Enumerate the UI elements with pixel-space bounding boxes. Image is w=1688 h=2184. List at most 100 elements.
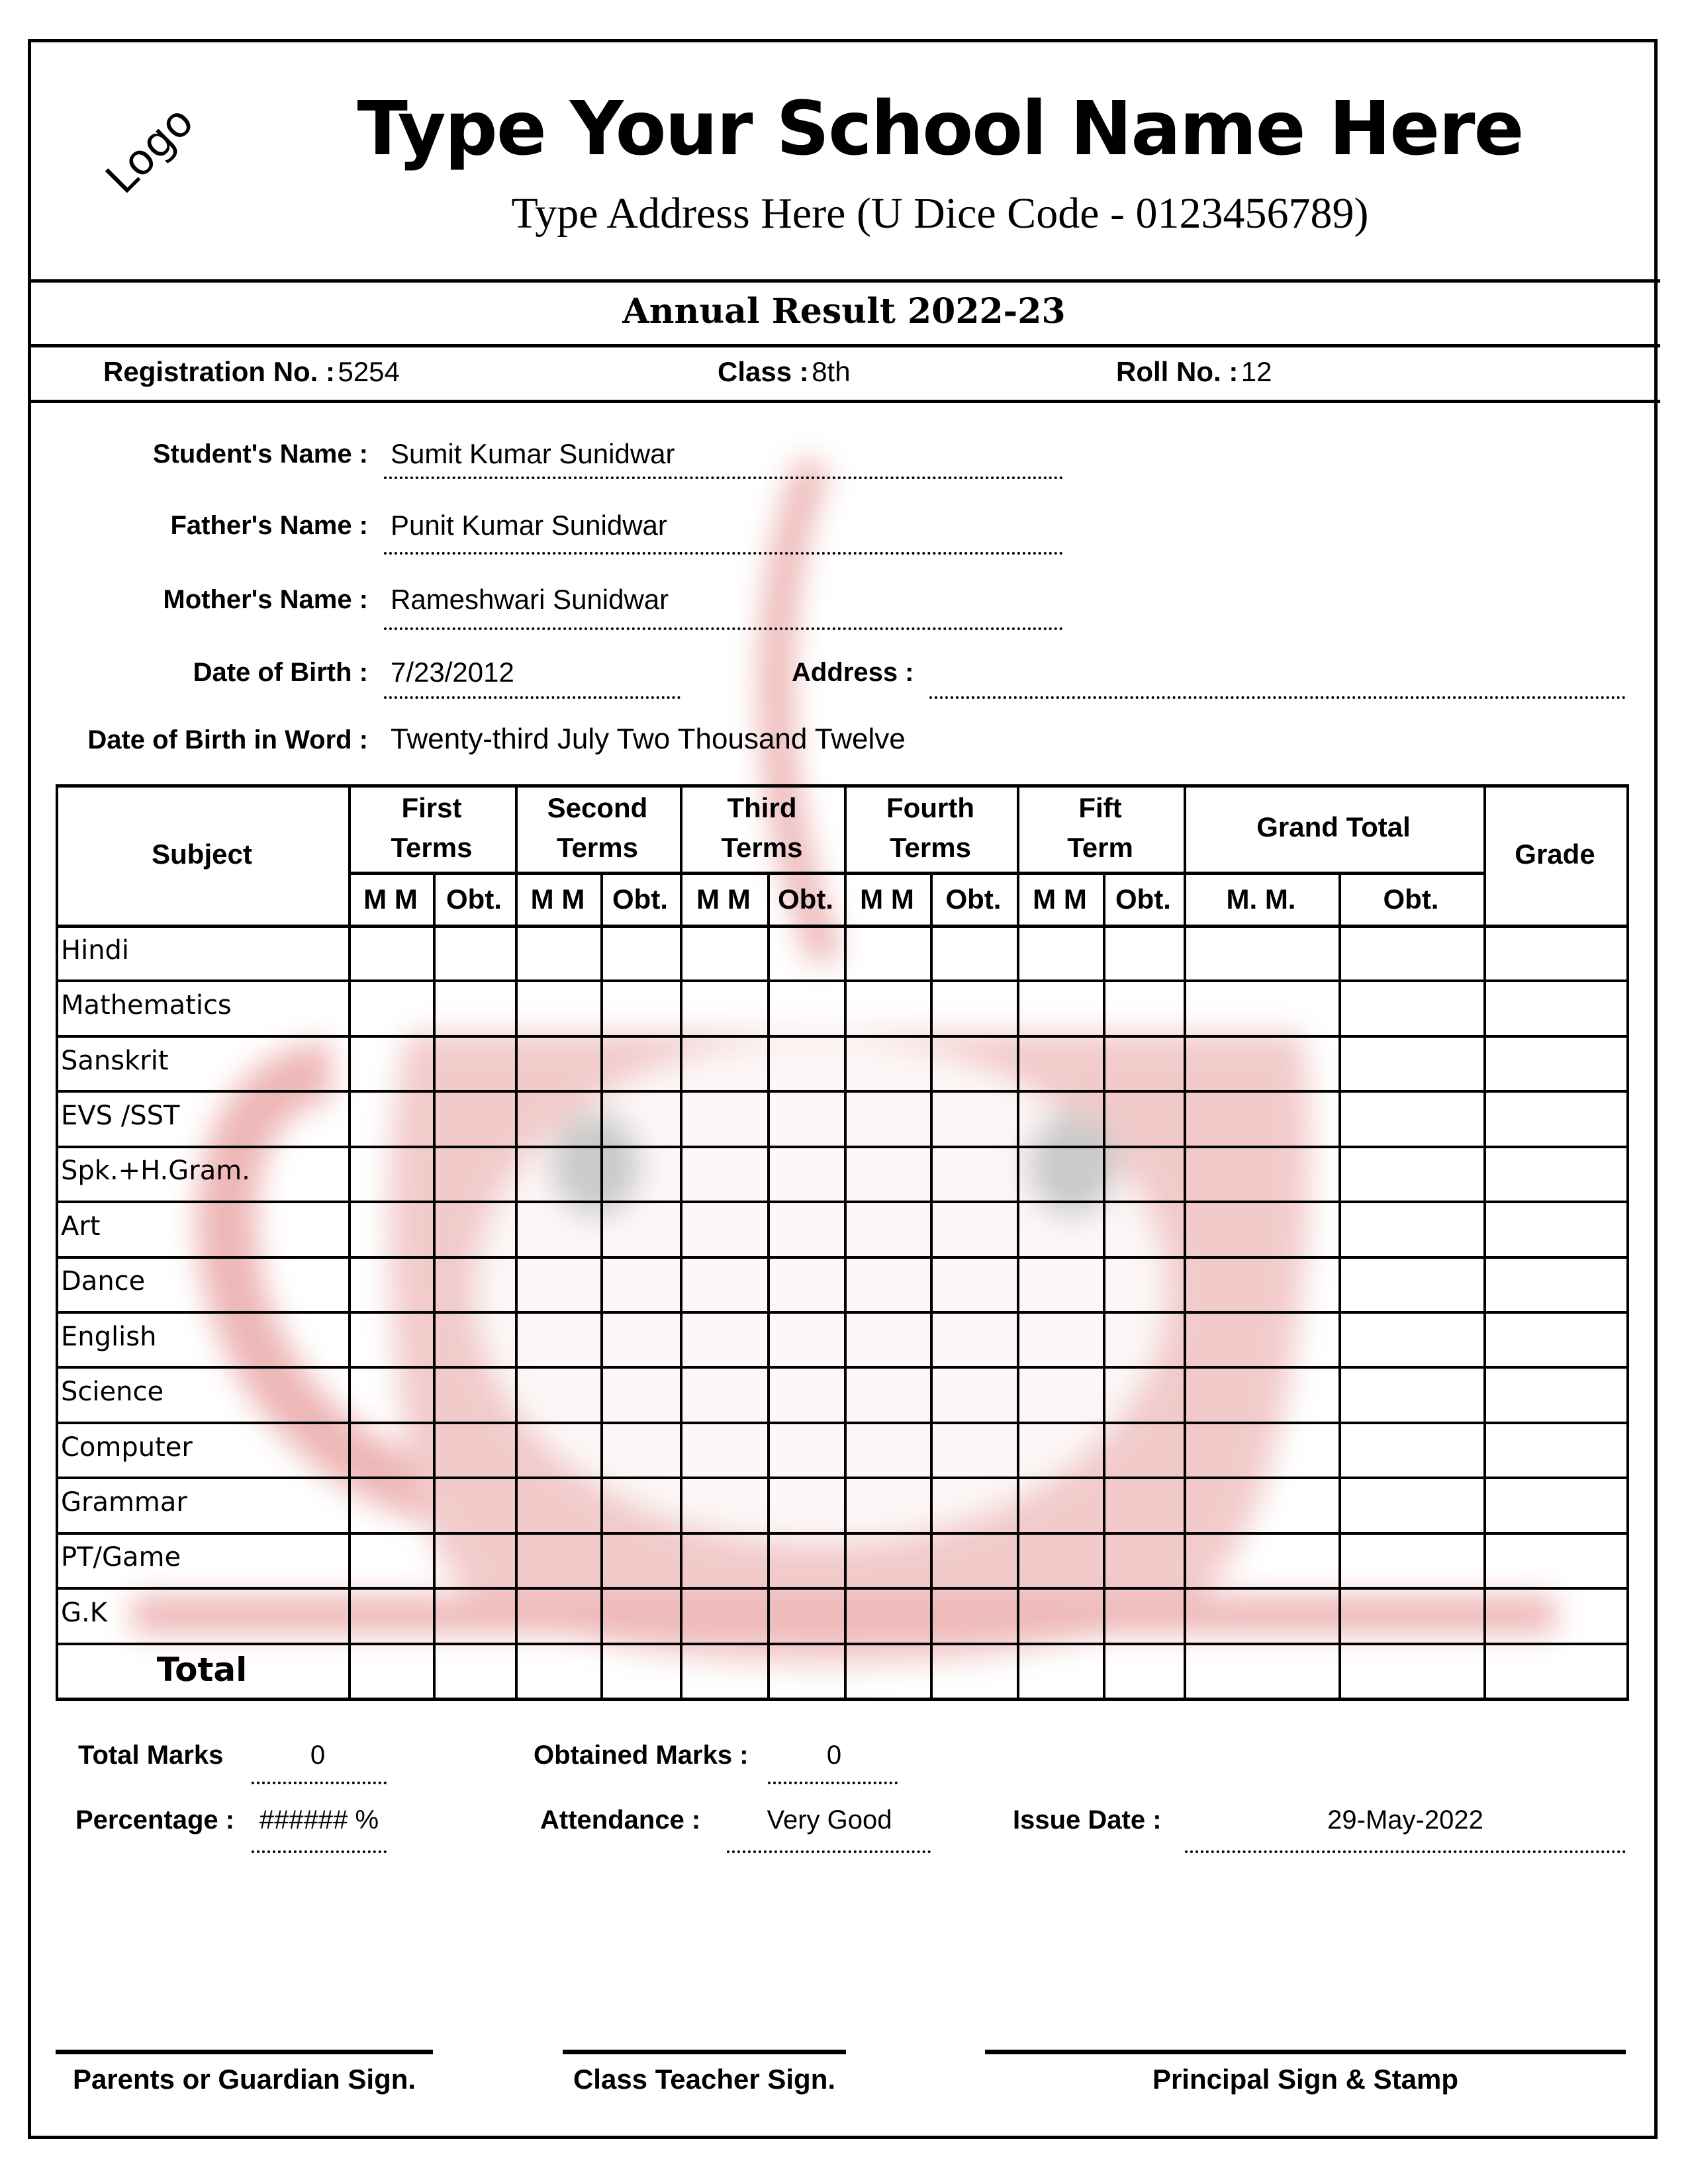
mark-cell[interactable] xyxy=(1186,1369,1338,1421)
mark-cell[interactable] xyxy=(1486,1093,1626,1145)
mark-cell[interactable] xyxy=(1186,1480,1338,1531)
mark-cell[interactable] xyxy=(1341,1314,1483,1366)
mark-cell[interactable] xyxy=(436,983,515,1034)
mark-cell[interactable] xyxy=(603,1480,680,1531)
total-cell[interactable] xyxy=(933,1646,1017,1698)
mark-cell[interactable] xyxy=(351,1590,433,1642)
mark-cell[interactable] xyxy=(933,1369,1017,1421)
student-name-value[interactable]: Sumit Kumar Sunidwar xyxy=(391,438,675,470)
mark-cell[interactable] xyxy=(1341,1093,1483,1145)
mark-cell[interactable] xyxy=(682,1590,767,1642)
mark-cell[interactable] xyxy=(1186,1259,1338,1311)
mark-cell[interactable] xyxy=(518,1369,600,1421)
mark-cell[interactable] xyxy=(436,1425,515,1477)
mark-cell[interactable] xyxy=(1019,983,1103,1034)
mark-cell[interactable] xyxy=(1341,1590,1483,1642)
mark-cell[interactable] xyxy=(847,928,930,979)
mark-cell[interactable] xyxy=(603,1590,680,1642)
mark-cell[interactable] xyxy=(1186,1535,1338,1587)
mark-cell[interactable] xyxy=(603,1093,680,1145)
mark-cell[interactable] xyxy=(1486,1038,1626,1090)
mark-cell[interactable] xyxy=(1019,1480,1103,1531)
mark-cell[interactable] xyxy=(770,1093,844,1145)
mark-cell[interactable] xyxy=(351,1259,433,1311)
mark-cell[interactable] xyxy=(1486,1259,1626,1311)
mark-cell[interactable] xyxy=(1186,1093,1338,1145)
mark-cell[interactable] xyxy=(1019,1369,1103,1421)
mark-cell[interactable] xyxy=(847,1038,930,1090)
mark-cell[interactable] xyxy=(518,1093,600,1145)
mark-cell[interactable] xyxy=(1486,983,1626,1034)
mark-cell[interactable] xyxy=(1341,983,1483,1034)
mark-cell[interactable] xyxy=(1186,1314,1338,1366)
total-cell[interactable] xyxy=(436,1646,515,1698)
mark-cell[interactable] xyxy=(933,1590,1017,1642)
mark-cell[interactable] xyxy=(518,1590,600,1642)
mark-cell[interactable] xyxy=(351,983,433,1034)
mark-cell[interactable] xyxy=(603,1425,680,1477)
total-cell[interactable] xyxy=(847,1646,930,1698)
mark-cell[interactable] xyxy=(351,1038,433,1090)
total-cell[interactable] xyxy=(1186,1646,1338,1698)
mark-cell[interactable] xyxy=(847,1314,930,1366)
mark-cell[interactable] xyxy=(603,1038,680,1090)
mark-cell[interactable] xyxy=(1486,1535,1626,1587)
mark-cell[interactable] xyxy=(603,928,680,979)
mark-cell[interactable] xyxy=(1105,1480,1184,1531)
mark-cell[interactable] xyxy=(770,1480,844,1531)
mark-cell[interactable] xyxy=(1019,1590,1103,1642)
mark-cell[interactable] xyxy=(518,1535,600,1587)
mark-cell[interactable] xyxy=(1019,1425,1103,1477)
mark-cell[interactable] xyxy=(1486,1480,1626,1531)
mark-cell[interactable] xyxy=(770,1590,844,1642)
total-cell[interactable] xyxy=(1486,1646,1626,1698)
mark-cell[interactable] xyxy=(682,1369,767,1421)
mark-cell[interactable] xyxy=(1486,1425,1626,1477)
mark-cell[interactable] xyxy=(1186,1038,1338,1090)
mark-cell[interactable] xyxy=(682,983,767,1034)
mark-cell[interactable] xyxy=(1186,983,1338,1034)
mark-cell[interactable] xyxy=(436,1149,515,1201)
mark-cell[interactable] xyxy=(682,1149,767,1201)
mark-cell[interactable] xyxy=(1341,1204,1483,1255)
mark-cell[interactable] xyxy=(770,1369,844,1421)
mark-cell[interactable] xyxy=(1341,928,1483,979)
mark-cell[interactable] xyxy=(933,1480,1017,1531)
mark-cell[interactable] xyxy=(933,1149,1017,1201)
mark-cell[interactable] xyxy=(933,1204,1017,1255)
mark-cell[interactable] xyxy=(682,1480,767,1531)
mark-cell[interactable] xyxy=(351,1149,433,1201)
mark-cell[interactable] xyxy=(351,1093,433,1145)
mark-cell[interactable] xyxy=(1186,1204,1338,1255)
mark-cell[interactable] xyxy=(603,1369,680,1421)
mark-cell[interactable] xyxy=(1341,1038,1483,1090)
mark-cell[interactable] xyxy=(1105,983,1184,1034)
mark-cell[interactable] xyxy=(351,1535,433,1587)
mark-cell[interactable] xyxy=(351,1369,433,1421)
mark-cell[interactable] xyxy=(933,928,1017,979)
mark-cell[interactable] xyxy=(847,1425,930,1477)
mark-cell[interactable] xyxy=(682,1204,767,1255)
total-cell[interactable] xyxy=(1105,1646,1184,1698)
mark-cell[interactable] xyxy=(1341,1259,1483,1311)
mark-cell[interactable] xyxy=(1486,1314,1626,1366)
mark-cell[interactable] xyxy=(682,1038,767,1090)
mark-cell[interactable] xyxy=(933,983,1017,1034)
mark-cell[interactable] xyxy=(436,1535,515,1587)
mark-cell[interactable] xyxy=(518,1038,600,1090)
mother-name-value[interactable]: Rameshwari Sunidwar xyxy=(391,584,669,615)
mark-cell[interactable] xyxy=(1341,1535,1483,1587)
mark-cell[interactable] xyxy=(1186,928,1338,979)
mark-cell[interactable] xyxy=(1105,1314,1184,1366)
mark-cell[interactable] xyxy=(847,1204,930,1255)
mark-cell[interactable] xyxy=(770,1535,844,1587)
mark-cell[interactable] xyxy=(1105,1535,1184,1587)
mark-cell[interactable] xyxy=(518,1480,600,1531)
mark-cell[interactable] xyxy=(351,928,433,979)
mark-cell[interactable] xyxy=(847,983,930,1034)
mark-cell[interactable] xyxy=(770,1204,844,1255)
mark-cell[interactable] xyxy=(770,1314,844,1366)
mark-cell[interactable] xyxy=(351,1480,433,1531)
mark-cell[interactable] xyxy=(933,1093,1017,1145)
mark-cell[interactable] xyxy=(1341,1480,1483,1531)
